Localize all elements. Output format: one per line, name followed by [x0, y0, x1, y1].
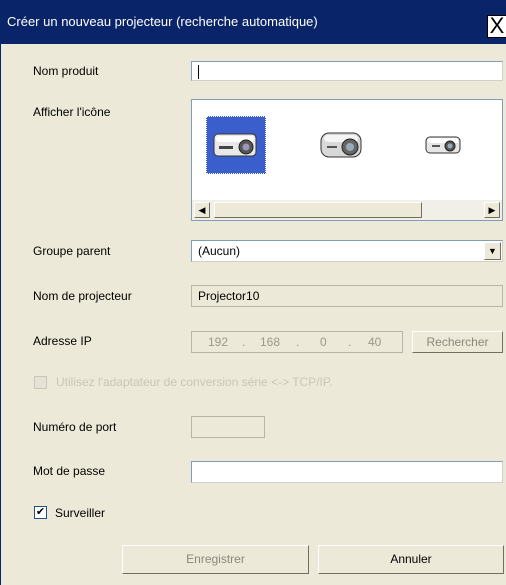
title-bar: Créer un nouveau projecteur (recherche a… — [1, 0, 506, 44]
parent-group-value: (Aucun) — [198, 244, 241, 258]
dialog-title: Créer un nouveau projecteur (recherche a… — [7, 14, 318, 29]
monitor-label: Surveiller — [55, 506, 106, 520]
projector-medium-icon[interactable] — [312, 116, 372, 174]
ip-octet-2: 168 — [260, 335, 281, 349]
search-button[interactable]: Rechercher — [412, 331, 503, 353]
check-icon: ✔ — [35, 506, 46, 518]
ip-dot: . — [296, 335, 300, 349]
scrollbar-thumb[interactable] — [214, 202, 422, 218]
ip-octet-3: 0 — [320, 335, 327, 349]
dialog-window: Créer un nouveau projecteur (recherche a… — [0, 0, 506, 585]
port-number-field — [191, 416, 265, 438]
product-name-label: Nom produit — [33, 64, 99, 78]
icon-list-scrollbar[interactable]: ◀ ▶ — [192, 200, 502, 220]
text-caret — [198, 65, 199, 79]
projector-small-icon[interactable] — [414, 116, 474, 174]
ip-address-label: Adresse IP — [33, 334, 92, 348]
projector-name-field: Projector10 — [191, 285, 503, 307]
ip-octet-4: 40 — [368, 335, 382, 349]
scroll-right-icon[interactable]: ▶ — [484, 202, 500, 218]
parent-group-select[interactable]: (Aucun) ▼ — [191, 240, 503, 262]
adapter-checkbox[interactable] — [34, 376, 47, 389]
icon-list[interactable]: ◀ ▶ — [191, 99, 503, 221]
close-icon[interactable]: X — [487, 15, 506, 38]
port-number-label: Numéro de port — [33, 420, 117, 434]
ip-address-field: 192 . 168 . 0 . 40 — [191, 331, 403, 353]
projector-name-value: Projector10 — [198, 289, 260, 303]
cancel-button[interactable]: Annuler — [318, 545, 504, 574]
parent-group-label: Groupe parent — [33, 244, 111, 258]
password-input[interactable] — [191, 461, 503, 483]
save-button[interactable]: Enregistrer — [122, 545, 309, 574]
projector-name-label: Nom de projecteur — [33, 289, 132, 303]
ip-dot: . — [348, 335, 352, 349]
scroll-left-icon[interactable]: ◀ — [194, 202, 210, 218]
chevron-down-icon[interactable]: ▼ — [484, 242, 501, 260]
ip-octet-1: 192 — [208, 335, 229, 349]
show-icon-label: Afficher l'icône — [33, 105, 111, 119]
adapter-label: Utilisez l'adaptateur de conversion séri… — [56, 375, 333, 389]
monitor-checkbox[interactable]: ✔ — [34, 506, 47, 519]
ip-dot: . — [242, 335, 246, 349]
password-label: Mot de passe — [33, 464, 106, 478]
product-name-input[interactable] — [191, 61, 503, 81]
projector-large-icon[interactable] — [206, 116, 266, 174]
